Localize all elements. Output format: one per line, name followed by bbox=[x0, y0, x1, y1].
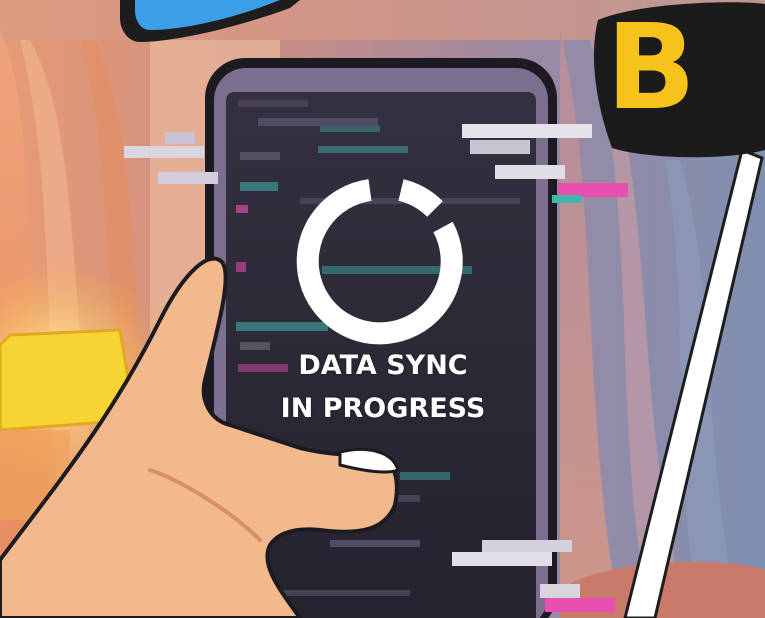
illustration-scene: DATA SYNC IN PROGRESS B bbox=[0, 0, 765, 618]
sync-status-line-2: IN PROGRESS bbox=[280, 393, 486, 424]
brand-logo-letter: B bbox=[602, 0, 701, 136]
sync-status-line-1: DATA SYNC bbox=[298, 350, 468, 381]
